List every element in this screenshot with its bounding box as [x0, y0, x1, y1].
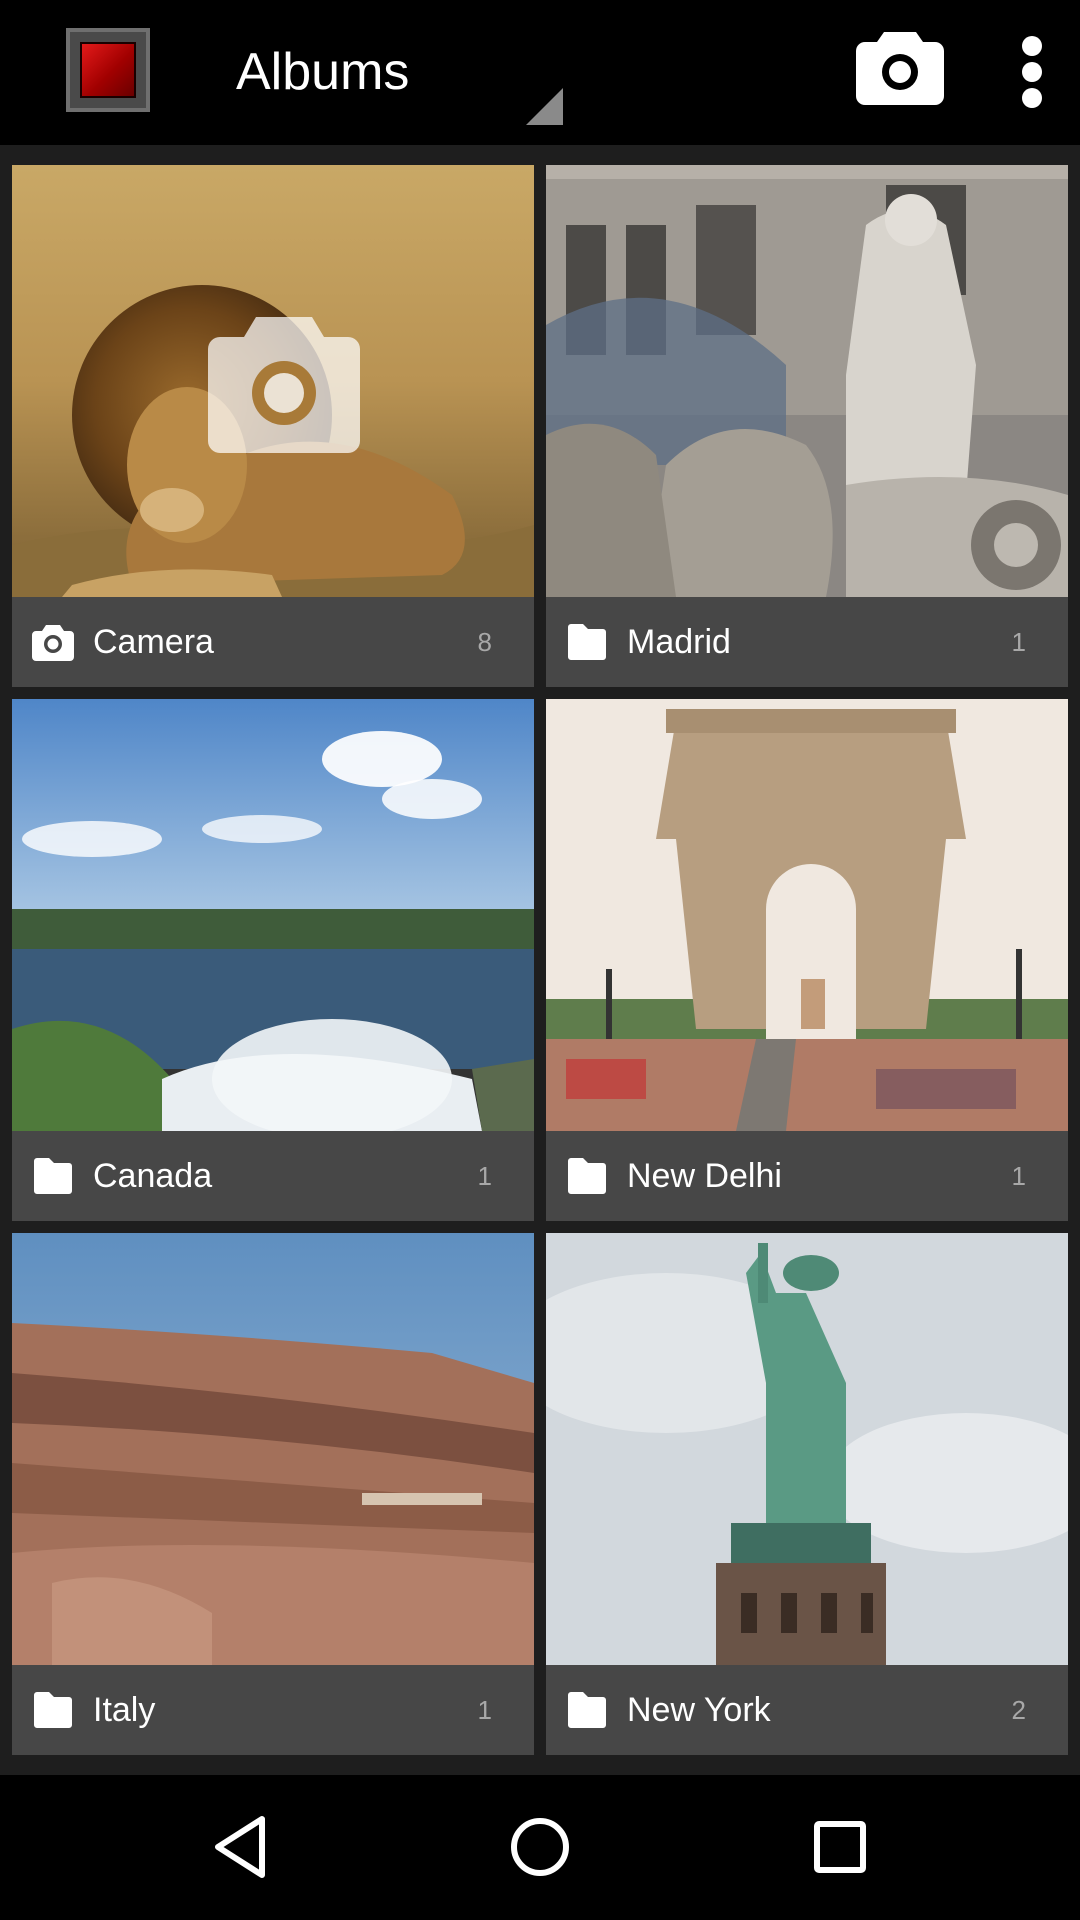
system-navigation-bar: [0, 1775, 1080, 1920]
back-button[interactable]: [190, 1797, 290, 1897]
album-name: New York: [627, 1691, 771, 1729]
album-thumbnail: [12, 165, 534, 597]
album-name: Italy: [93, 1691, 156, 1729]
album-count: 1: [1011, 627, 1026, 657]
dropdown-corner-icon: [526, 88, 563, 125]
folder-icon: [34, 1692, 72, 1728]
folder-icon: [568, 1692, 606, 1728]
app-icon[interactable]: [66, 28, 150, 112]
folder-icon: [34, 1158, 72, 1194]
album-label-bar: New Delhi 1: [546, 1131, 1068, 1221]
album-name: Madrid: [627, 623, 731, 661]
folder-icon: [568, 624, 606, 660]
album-count: 1: [1011, 1161, 1026, 1191]
album-label-bar: Canada 1: [12, 1131, 534, 1221]
album-label-bar: Camera 8: [12, 597, 534, 687]
album-tile-italy[interactable]: Italy 1: [12, 1233, 534, 1755]
action-bar: Albums: [0, 0, 1080, 145]
camera-icon: [32, 625, 74, 661]
album-name: Canada: [93, 1157, 213, 1195]
album-thumbnail: [546, 165, 1068, 597]
back-icon: [215, 1816, 265, 1878]
camera-button[interactable]: [854, 28, 946, 108]
album-grid: Camera 8 Madrid 1 Canada 1 New Delhi 1 I…: [0, 145, 1080, 1775]
home-button[interactable]: [490, 1797, 590, 1897]
album-tile-madrid[interactable]: Madrid 1: [546, 165, 1068, 687]
camera-overlay-icon: [208, 317, 360, 453]
album-name: Camera: [93, 623, 214, 661]
camera-icon: [856, 32, 944, 105]
album-count: 1: [477, 1695, 492, 1725]
album-count: 1: [477, 1161, 492, 1191]
recents-icon: [814, 1821, 866, 1873]
overflow-menu-button[interactable]: [1004, 30, 1060, 114]
album-thumbnail: [12, 699, 534, 1131]
album-filter-dropdown[interactable]: Albums: [200, 0, 570, 130]
recents-button[interactable]: [790, 1797, 890, 1897]
home-icon: [511, 1818, 569, 1876]
album-tile-new-delhi[interactable]: New Delhi 1: [546, 699, 1068, 1221]
album-tile-camera[interactable]: Camera 8: [12, 165, 534, 687]
album-thumbnail: [12, 1233, 534, 1665]
album-name: New Delhi: [627, 1157, 782, 1195]
folder-icon: [568, 1158, 606, 1194]
album-label-bar: New York 2: [546, 1665, 1068, 1755]
app-logo-icon: [80, 42, 136, 98]
album-count: 2: [1011, 1695, 1026, 1725]
page-title: Albums: [236, 43, 410, 101]
album-label-bar: Madrid 1: [546, 597, 1068, 687]
album-count: 8: [477, 627, 492, 657]
album-thumbnail: [546, 699, 1068, 1131]
album-thumbnail: [546, 1233, 1068, 1665]
album-tile-new-york[interactable]: New York 2: [546, 1233, 1068, 1755]
more-vert-icon: [1022, 36, 1042, 108]
album-tile-canada[interactable]: Canada 1: [12, 699, 534, 1221]
album-label-bar: Italy 1: [12, 1665, 534, 1755]
